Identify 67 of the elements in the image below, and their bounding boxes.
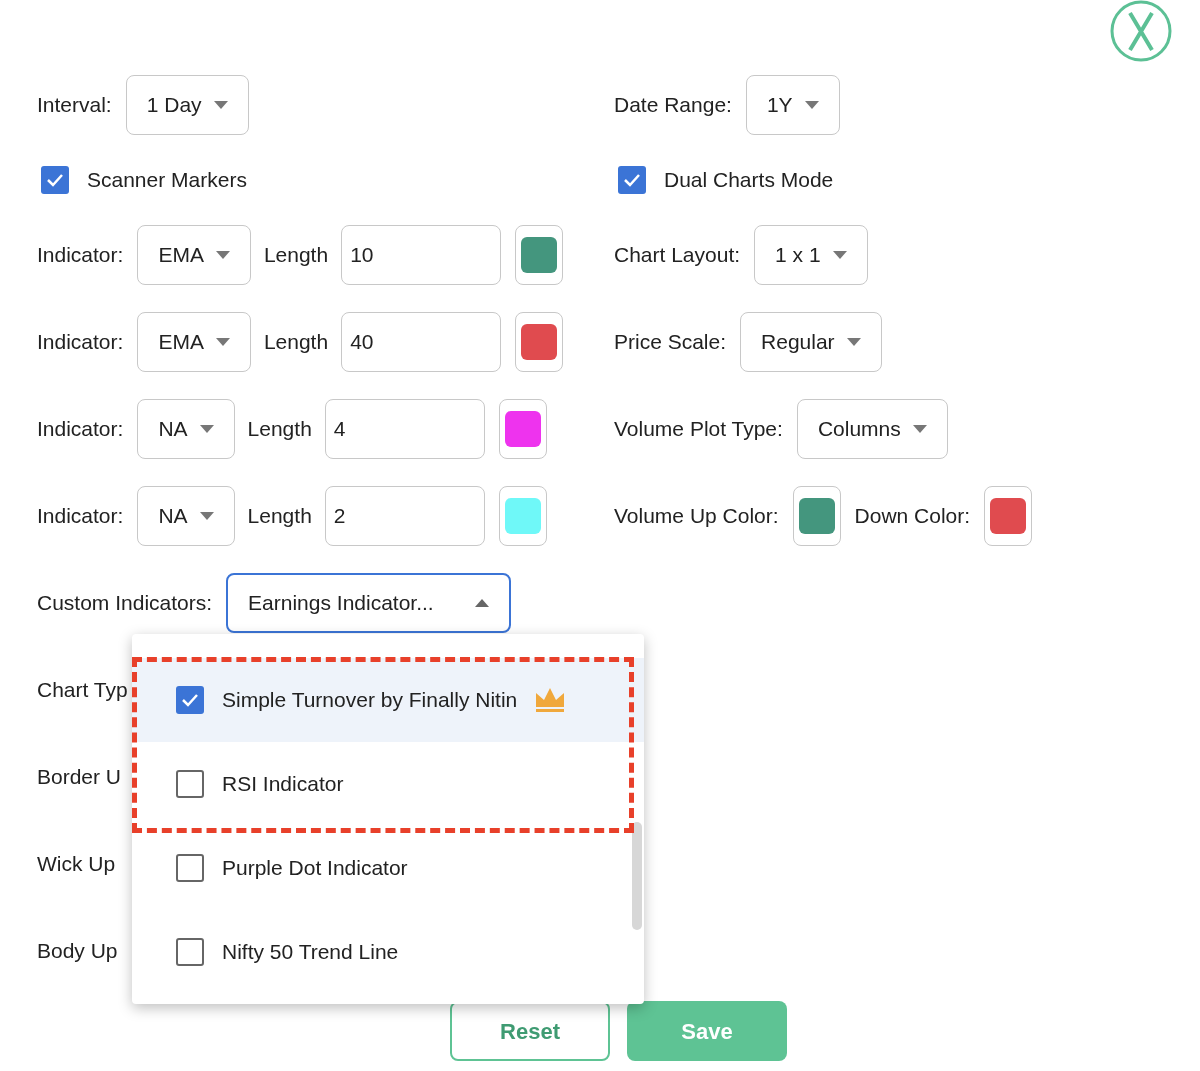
- field-label: Volume Up Color:: [614, 503, 779, 530]
- select-dropdown[interactable]: 1 Day: [125, 75, 249, 135]
- field-label: Down Color:: [854, 503, 971, 530]
- field-label: Length: [263, 243, 329, 267]
- field-label: Wick Up: [37, 851, 116, 878]
- option-label: RSI Indicator: [222, 771, 344, 798]
- field-label: Chart Typ: [37, 677, 128, 704]
- field-label: Custom Indicators:: [37, 590, 213, 617]
- color-picker[interactable]: [515, 312, 564, 372]
- color-picker[interactable]: [498, 399, 547, 459]
- option-label: Simple Turnover by Finally Nitin: [222, 687, 518, 714]
- field-label: Length: [247, 504, 312, 528]
- select-dropdown[interactable]: 1Y: [745, 75, 840, 135]
- select-dropdown[interactable]: EMA: [137, 312, 251, 372]
- select-dropdown[interactable]: NA: [137, 399, 235, 459]
- field-label: Indicator:: [37, 329, 124, 356]
- caret-icon: [215, 338, 230, 346]
- field-label: Date Range:: [614, 92, 732, 119]
- caret-icon: [213, 101, 228, 109]
- length-input[interactable]: 40: [341, 312, 502, 372]
- checkbox[interactable]: [176, 854, 204, 882]
- dropdown-option[interactable]: RSI Indicator: [132, 742, 644, 826]
- caret-icon: [215, 251, 230, 259]
- length-input[interactable]: 4: [324, 399, 485, 459]
- field-label: Indicator:: [37, 242, 124, 269]
- checkbox[interactable]: [618, 166, 646, 194]
- select-dropdown[interactable]: Regular: [740, 312, 882, 372]
- field-label: Interval:: [37, 92, 112, 119]
- option-label: Purple Dot Indicator: [222, 855, 408, 882]
- field-label: Length: [247, 417, 312, 441]
- color-picker[interactable]: [792, 486, 841, 546]
- checkbox[interactable]: [176, 938, 204, 966]
- checkbox-label: Dual Charts Mode: [664, 167, 834, 194]
- scrollbar-thumb[interactable]: [632, 822, 642, 930]
- checkbox[interactable]: [176, 686, 204, 714]
- dropdown-option[interactable]: Purple Dot Indicator: [132, 826, 644, 910]
- field-label: Border U: [37, 764, 122, 791]
- select-dropdown[interactable]: EMA: [137, 225, 251, 285]
- select-dropdown[interactable]: NA: [137, 486, 235, 546]
- field-label: Chart Layout:: [614, 242, 741, 269]
- color-picker[interactable]: [498, 486, 547, 546]
- option-label: Nifty 50 Trend Line: [222, 939, 399, 966]
- caret-icon: [199, 425, 214, 433]
- close-icon[interactable]: [1110, 0, 1172, 62]
- field-label: Body Up: [37, 938, 118, 965]
- field-label: Volume Plot Type:: [614, 416, 783, 443]
- caret-icon: [804, 101, 819, 109]
- caret-icon: [832, 251, 847, 259]
- caret-icon: [846, 338, 861, 346]
- length-input[interactable]: 2: [324, 486, 485, 546]
- caret-icon: [199, 512, 214, 520]
- length-input[interactable]: 10: [341, 225, 502, 285]
- checkbox[interactable]: [176, 770, 204, 798]
- custom-indicators-select[interactable]: Earnings Indicator...: [226, 573, 512, 633]
- dropdown-option[interactable]: Simple Turnover by Finally Nitin: [132, 658, 644, 742]
- select-dropdown[interactable]: Columns: [796, 399, 948, 459]
- field-label: Length: [263, 330, 329, 354]
- color-picker[interactable]: [515, 225, 564, 285]
- field-label: Price Scale:: [614, 329, 727, 356]
- caret-icon: [912, 425, 927, 433]
- dropdown-option[interactable]: Nifty 50 Trend Line: [132, 910, 644, 994]
- checkbox-label: Scanner Markers: [87, 167, 247, 194]
- field-label: Indicator:: [37, 416, 124, 443]
- field-label: Indicator:: [37, 503, 124, 530]
- color-picker[interactable]: [984, 486, 1033, 546]
- select-dropdown[interactable]: 1 x 1: [754, 225, 868, 285]
- checkbox[interactable]: [41, 166, 69, 194]
